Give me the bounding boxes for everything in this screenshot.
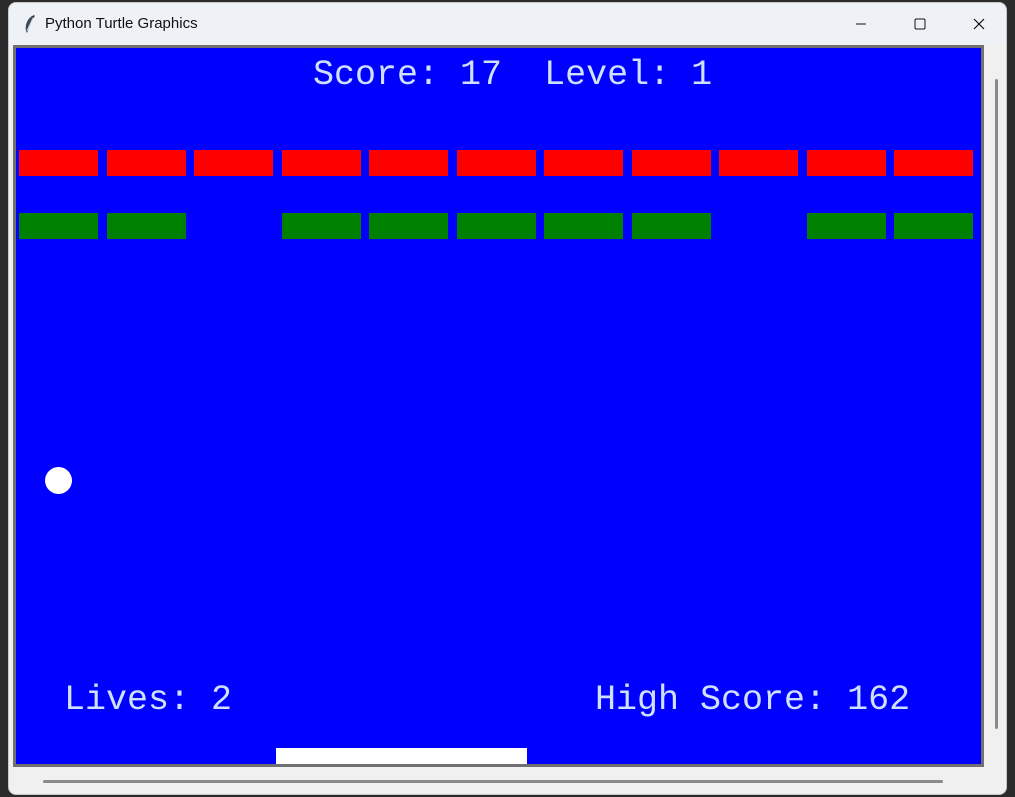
brick [369, 150, 448, 176]
brick [544, 150, 623, 176]
feather-icon [23, 14, 37, 34]
maximize-button[interactable] [891, 3, 949, 45]
brick [194, 150, 273, 176]
vertical-scrollbar[interactable] [989, 49, 1005, 767]
brick [457, 150, 536, 176]
canvas-frame: Score: 17 Level: 1 Lives: 2 High Score: … [13, 45, 984, 767]
brick [894, 150, 973, 176]
high-score-label: High Score: [595, 680, 827, 720]
ball [45, 467, 72, 494]
brick [369, 213, 448, 239]
lives-value: 2 [211, 680, 233, 720]
brick [282, 150, 361, 176]
level-value: 1 [691, 55, 713, 95]
brick [719, 150, 798, 176]
brick [282, 213, 361, 239]
paddle[interactable] [276, 748, 527, 764]
close-icon [973, 15, 985, 34]
brick [107, 150, 186, 176]
brick [807, 150, 886, 176]
lives-display: Lives: 2 [64, 683, 232, 718]
game-canvas[interactable]: Score: 17 Level: 1 Lives: 2 High Score: … [16, 48, 981, 764]
turtle-window: Python Turtle Graphics Score: 17 Level: … [8, 2, 1007, 795]
lives-label: Lives: [64, 680, 191, 720]
score-display: Score: 17 Level: 1 [313, 58, 712, 93]
brick [894, 213, 973, 239]
horizontal-scrollbar[interactable] [13, 771, 985, 791]
score-label: Score: [313, 55, 440, 95]
brick [457, 213, 536, 239]
brick [19, 150, 98, 176]
brick [632, 150, 711, 176]
title-bar[interactable]: Python Turtle Graphics [9, 3, 1006, 45]
maximize-icon [914, 15, 926, 34]
horizontal-scroll-thumb[interactable] [43, 780, 943, 783]
vertical-scroll-thumb[interactable] [995, 79, 998, 729]
brick [544, 213, 623, 239]
score-value: 17 [460, 55, 503, 95]
brick [807, 213, 886, 239]
high-score-display: High Score: 162 [595, 683, 910, 718]
brick [107, 213, 186, 239]
high-score-value: 162 [847, 680, 911, 720]
minimize-icon [855, 15, 867, 34]
minimize-button[interactable] [832, 3, 890, 45]
level-label: Level: [544, 55, 671, 95]
close-button[interactable] [950, 3, 1006, 45]
brick [19, 213, 98, 239]
brick [632, 213, 711, 239]
window-title: Python Turtle Graphics [45, 15, 198, 32]
